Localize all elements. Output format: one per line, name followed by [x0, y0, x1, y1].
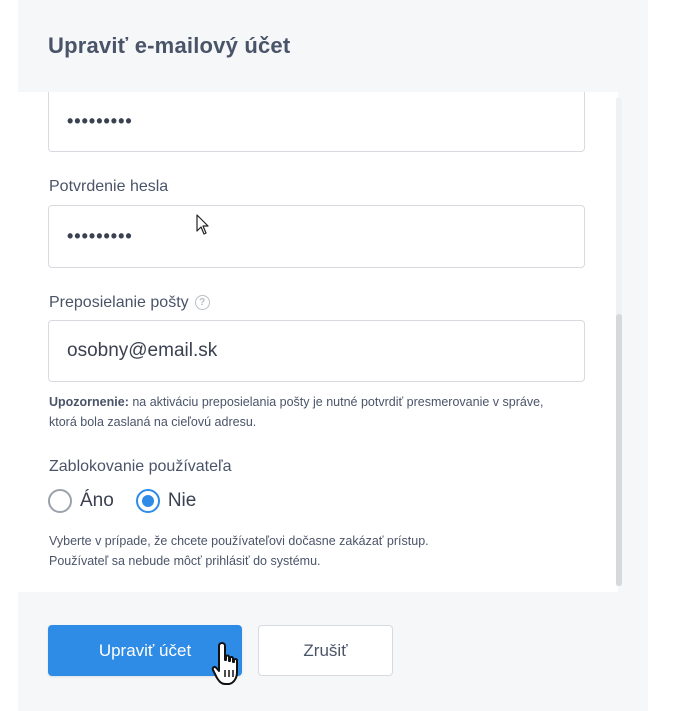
forwarding-label: Preposielanie pošty?: [49, 294, 210, 312]
radio-option-no-label: Nie: [167, 490, 197, 511]
warning-prefix: Upozornenie:: [49, 395, 129, 409]
scrollbar-thumb[interactable]: [616, 314, 622, 586]
forwarding-label-text: Preposielanie pošty: [49, 294, 189, 311]
password-field[interactable]: •••••••••: [48, 92, 585, 152]
block-user-radio-group: Áno Nie: [48, 489, 218, 513]
edit-email-account-dialog: Upraviť e-mailový účet ••••••••• Potvrde…: [18, 0, 648, 711]
block-user-note: Vyberte v prípade, že chcete používateľo…: [49, 531, 569, 571]
radio-option-no[interactable]: Nie: [135, 489, 197, 513]
radio-checked-icon[interactable]: [135, 489, 160, 513]
block-user-label: Zablokovanie používateľa: [49, 458, 232, 475]
hand-pointer-icon: [211, 642, 238, 685]
dialog-title: Upraviť e-mailový účet: [48, 33, 291, 58]
radio-option-yes-label: Áno: [80, 490, 114, 511]
password-confirm-label: Potvrdenie hesla: [49, 178, 169, 195]
radio-option-yes[interactable]: Áno: [48, 489, 114, 513]
block-user-note-line2: Používateľ sa nebude môcť prihlásiť do s…: [49, 554, 321, 568]
question-circle-icon[interactable]: ?: [194, 295, 210, 311]
mouse-pointer-icon: [196, 214, 209, 235]
password-confirm-field[interactable]: •••••••••: [48, 205, 585, 268]
cancel-button[interactable]: Zrušiť: [258, 625, 393, 676]
radio-unchecked-icon[interactable]: [48, 489, 72, 513]
forwarding-email-field[interactable]: osobny@email.sk: [48, 320, 585, 382]
forwarding-warning: Upozornenie: na aktiváciu preposielania …: [49, 392, 569, 432]
block-user-note-line1: Vyberte v prípade, že chcete používateľo…: [49, 534, 429, 548]
